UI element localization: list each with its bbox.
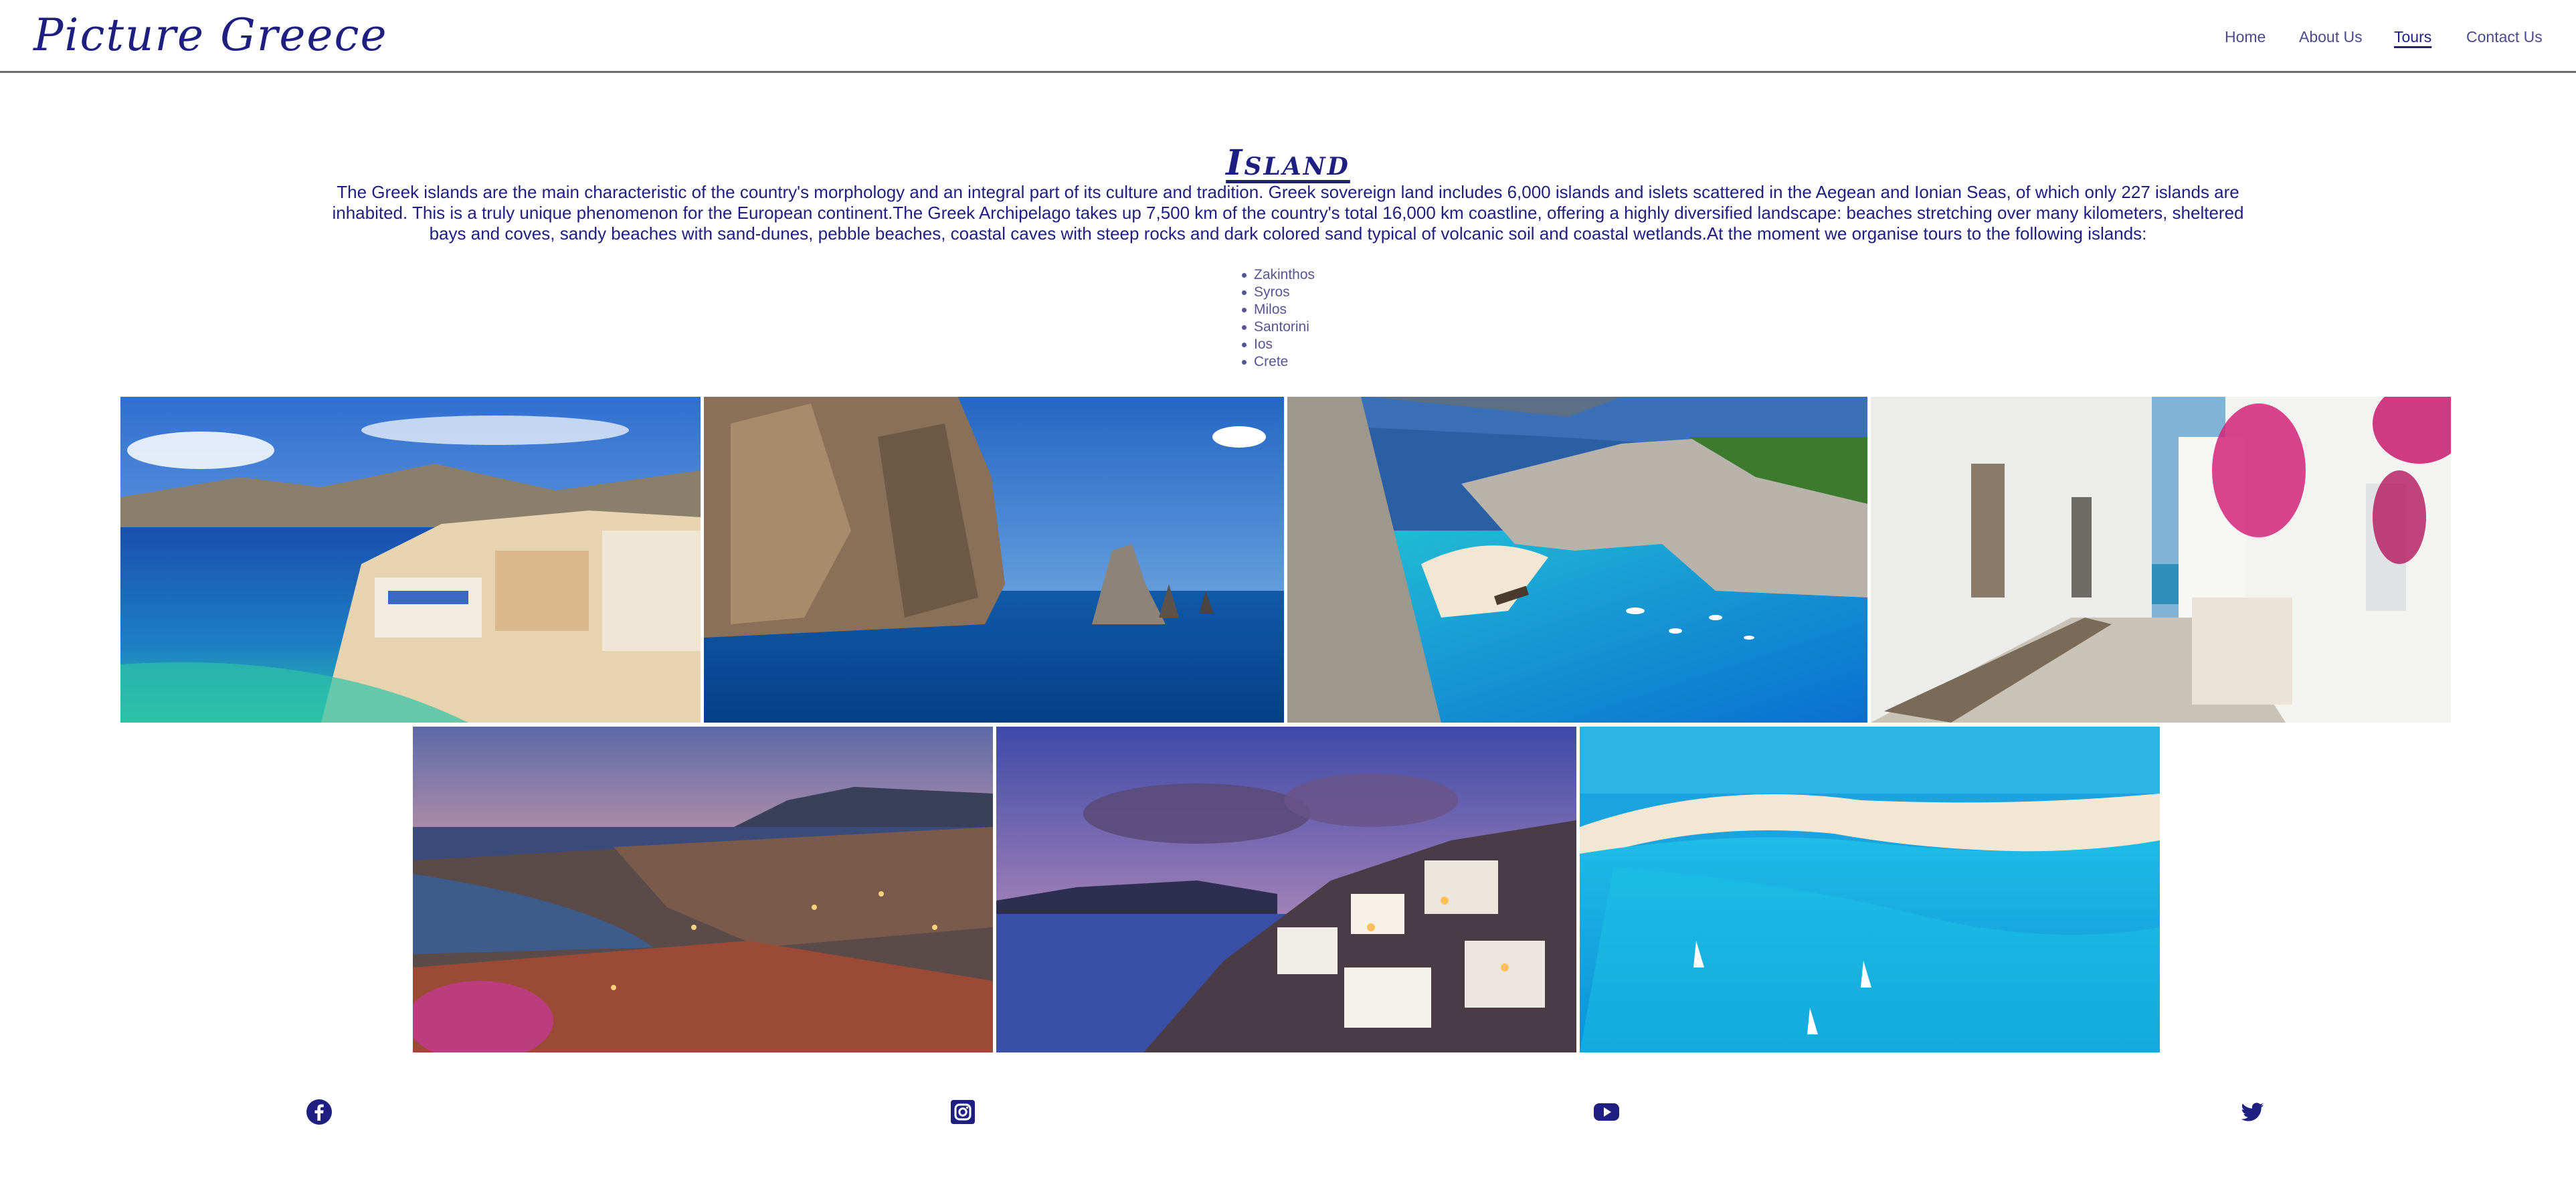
- nav-home[interactable]: Home: [2225, 28, 2266, 46]
- list-item: Santorini: [1242, 318, 1315, 336]
- site-logo[interactable]: Picture Greece: [33, 9, 388, 61]
- gallery-photo-milos: [704, 397, 1284, 723]
- nav-tours[interactable]: Tours: [2394, 28, 2431, 46]
- gallery-photo-zakinthos: [1287, 397, 1867, 723]
- list-item: Crete: [1242, 353, 1315, 371]
- list-item: Milos: [1242, 301, 1315, 318]
- gallery-photo-syros: [120, 397, 701, 723]
- gallery-photo-harbor-dusk: [413, 727, 993, 1052]
- nav-about-us[interactable]: About Us: [2299, 28, 2363, 46]
- facebook-icon[interactable]: [306, 1099, 333, 1125]
- list-item: Syros: [1242, 284, 1315, 301]
- gallery-photo-santorini: [996, 727, 1576, 1052]
- list-item: Ios: [1242, 336, 1315, 353]
- instagram-icon[interactable]: [949, 1099, 976, 1125]
- nav-contact-us[interactable]: Contact Us: [2466, 28, 2543, 46]
- island-list: Zakinthos Syros Milos Santorini Ios Cret…: [1242, 266, 1315, 371]
- gallery-photo-alley: [1871, 397, 2451, 723]
- youtube-icon[interactable]: [1593, 1099, 1620, 1125]
- gallery-photo-lagoon: [1580, 727, 2160, 1052]
- site-header: Picture Greece Home About Us Tours Conta…: [0, 0, 2576, 73]
- twitter-icon[interactable]: [2239, 1099, 2266, 1125]
- intro-paragraph: The Greek islands are the main character…: [332, 182, 2244, 244]
- list-item: Zakinthos: [1242, 266, 1315, 284]
- page-title: Island: [1226, 142, 1350, 183]
